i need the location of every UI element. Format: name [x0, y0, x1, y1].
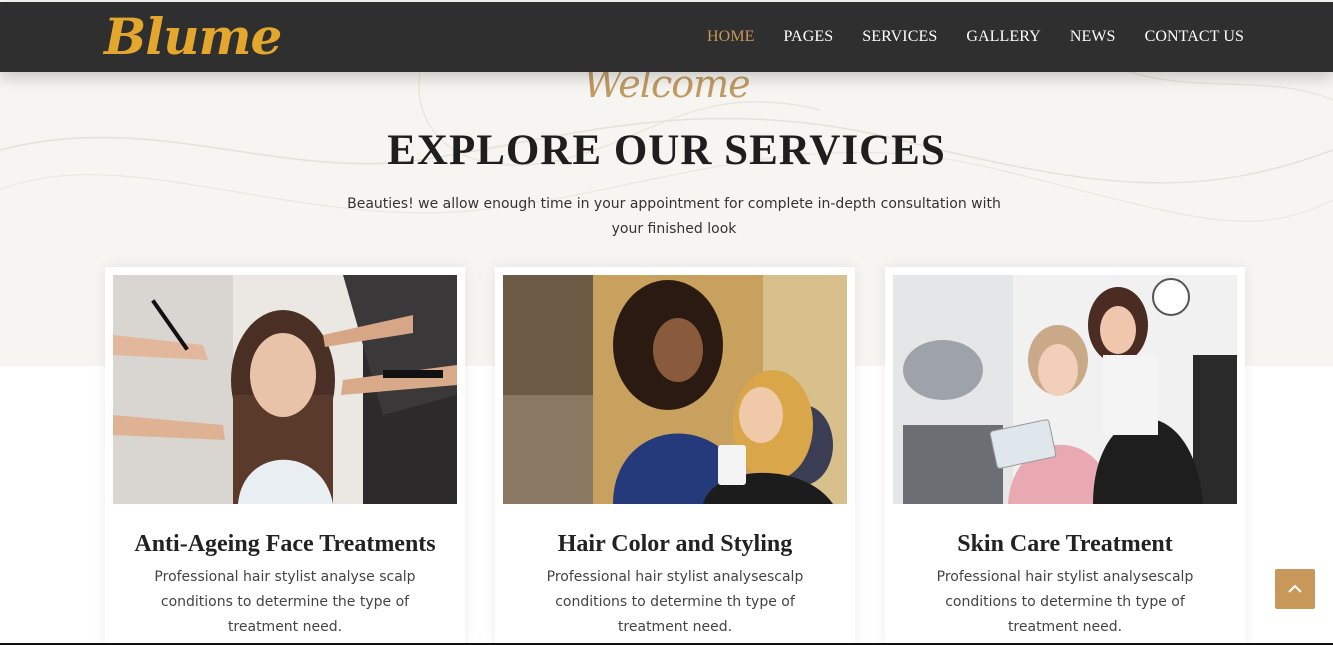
service-title-skin[interactable]: Skin Care Treatment	[893, 531, 1237, 558]
service-text-skin: Professional hair stylist analysescalp c…	[936, 569, 1194, 635]
main-nav: HOME PAGES SERVICES GALLERY NEWS CONTACT…	[707, 2, 1244, 72]
service-title-hair[interactable]: Hair Color and Styling	[503, 531, 847, 558]
nav-item-home: HOME	[707, 28, 755, 46]
service-image-skin[interactable]	[893, 275, 1237, 504]
nav-link-news[interactable]: NEWS	[1070, 28, 1116, 45]
service-card-face[interactable]: Anti-Ageing Face Treatments Professional…	[105, 267, 465, 645]
nav-link-contact[interactable]: CONTACT US	[1145, 28, 1244, 45]
brand-logo[interactable]: Blume	[104, 6, 282, 68]
service-image-face[interactable]	[113, 275, 457, 504]
nav-link-gallery[interactable]: GALLERY	[966, 28, 1040, 45]
nav-link-services[interactable]: SERVICES	[862, 28, 937, 45]
service-card-skin[interactable]: Skin Care Treatment Professional hair st…	[885, 267, 1245, 645]
service-text-face: Professional hair stylist analyse scalp …	[154, 569, 416, 635]
service-text-hair: Professional hair stylist analysescalp c…	[546, 569, 804, 635]
service-image-hair[interactable]	[503, 275, 847, 504]
scroll-to-top-button[interactable]	[1275, 569, 1315, 609]
nav-link-home[interactable]: HOME	[707, 28, 755, 45]
nav-item-gallery: GALLERY	[966, 28, 1040, 46]
nav-link-pages[interactable]: PAGES	[784, 28, 834, 45]
service-card-hair[interactable]: Hair Color and Styling Professional hair…	[495, 267, 855, 645]
nav-item-news: NEWS	[1070, 28, 1116, 46]
section-description: Beauties! we allow enough time in your a…	[347, 196, 1001, 237]
service-title-face[interactable]: Anti-Ageing Face Treatments	[113, 531, 457, 558]
section-title: EXPLORE OUR SERVICES	[387, 127, 946, 174]
services-grid: Anti-Ageing Face Treatments Professional…	[105, 267, 1245, 645]
nav-item-contact: CONTACT US	[1145, 28, 1244, 46]
nav-item-services: SERVICES	[862, 28, 937, 46]
top-navbar: Blume HOME PAGES SERVICES GALLERY NEWS C…	[0, 2, 1333, 72]
chevron-up-icon	[1288, 584, 1302, 593]
nav-item-pages: PAGES	[784, 28, 834, 46]
